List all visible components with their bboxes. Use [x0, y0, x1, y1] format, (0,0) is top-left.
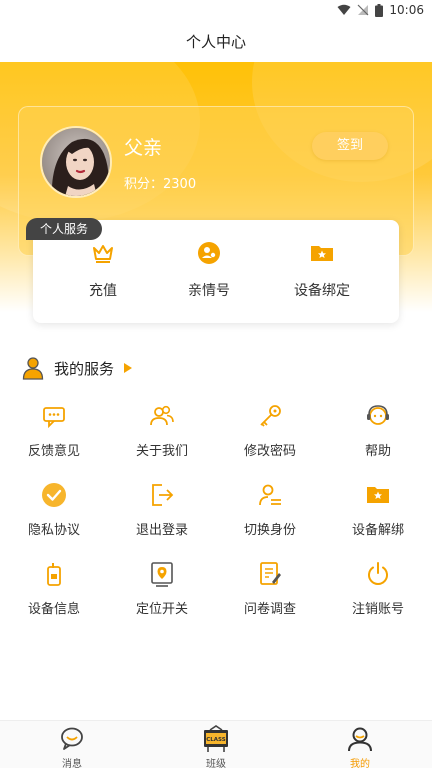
service-recharge[interactable]: 充值: [48, 240, 158, 300]
page-title: 个人中心: [0, 22, 432, 62]
profile-icon: [348, 727, 372, 752]
no-signal-icon: [357, 4, 369, 16]
power-icon: [368, 562, 388, 585]
class-board-icon: CLASS: [204, 725, 228, 752]
survey-icon: [260, 562, 281, 585]
menu-privacy-agreement[interactable]: 隐私协议: [0, 481, 108, 538]
switch-user-icon: [259, 484, 281, 506]
device-icon: [47, 563, 61, 586]
menu-survey[interactable]: 问卷调查: [216, 560, 324, 617]
tab-label: 消息: [62, 759, 82, 768]
status-time: 10:06: [389, 3, 424, 17]
menu-label: 退出登录: [135, 523, 188, 538]
menu-label: 切换身份: [243, 523, 296, 538]
folder-star-icon: [367, 487, 389, 503]
feedback-icon: [43, 407, 65, 429]
battery-icon: [375, 3, 384, 17]
key-icon: [260, 405, 281, 427]
status-bar: 10:06: [0, 0, 432, 22]
menu-label: 定位开关: [135, 602, 188, 617]
service-label: 亲情号: [188, 283, 230, 299]
logout-icon: [152, 484, 174, 506]
personal-services-tag: 个人服务: [26, 218, 102, 240]
menu-label: 反馈意见: [27, 444, 80, 459]
avatar[interactable]: [40, 126, 112, 198]
menu-label: 帮助: [364, 444, 391, 459]
help-icon: [367, 405, 389, 425]
arrow-right-icon: [124, 363, 133, 373]
service-label: 充值: [89, 283, 117, 299]
bottom-tab-bar: 消息 CLASS 班级 我的: [0, 720, 432, 768]
menu-label: 关于我们: [135, 444, 188, 459]
tab-mine[interactable]: 我的: [320, 725, 400, 768]
wifi-icon: [337, 4, 351, 15]
menu-help[interactable]: 帮助: [324, 402, 432, 459]
check-circle-icon: [42, 483, 66, 507]
menu-label: 注销账号: [351, 602, 404, 617]
tab-messages[interactable]: 消息: [32, 725, 112, 768]
menu-label: 设备解绑: [351, 523, 404, 538]
person-icon: [22, 357, 44, 380]
family-number-icon: [198, 242, 220, 264]
menu-device-info[interactable]: 设备信息: [0, 560, 108, 617]
menu-label: 隐私协议: [27, 523, 80, 538]
folder-star-icon: [311, 246, 333, 261]
tab-label: 班级: [206, 759, 226, 768]
tab-class[interactable]: CLASS 班级: [176, 725, 256, 768]
menu-label: 设备信息: [27, 602, 80, 617]
location-icon: [151, 562, 173, 587]
tab-label: 我的: [350, 759, 370, 768]
menu-label: 问卷调查: [243, 602, 296, 617]
menu-feedback[interactable]: 反馈意见: [0, 402, 108, 459]
menu-about-us[interactable]: 关于我们: [108, 402, 216, 459]
users-icon: [150, 405, 174, 426]
menu-switch-identity[interactable]: 切换身份: [216, 481, 324, 538]
menu-cancel-account[interactable]: 注销账号: [324, 560, 432, 617]
crown-icon: [93, 245, 113, 263]
my-services-title: 我的服务: [54, 359, 115, 378]
username: 父亲: [124, 137, 163, 159]
menu-location-switch[interactable]: 定位开关: [108, 560, 216, 617]
service-device-binding[interactable]: 设备绑定: [267, 240, 377, 300]
menu-logout[interactable]: 退出登录: [108, 481, 216, 538]
service-label: 设备绑定: [294, 283, 350, 299]
points-label: 积分：2300: [124, 177, 197, 192]
service-family-number[interactable]: 亲情号: [154, 240, 264, 300]
menu-change-password[interactable]: 修改密码: [216, 402, 324, 459]
menu-label: 修改密码: [243, 444, 296, 459]
message-icon: [61, 727, 83, 750]
my-services-header[interactable]: 我的服务: [22, 356, 133, 380]
class-board-text: CLASS: [206, 737, 226, 743]
sign-in-button[interactable]: 签到: [312, 132, 388, 160]
menu-device-unbind[interactable]: 设备解绑: [324, 481, 432, 538]
